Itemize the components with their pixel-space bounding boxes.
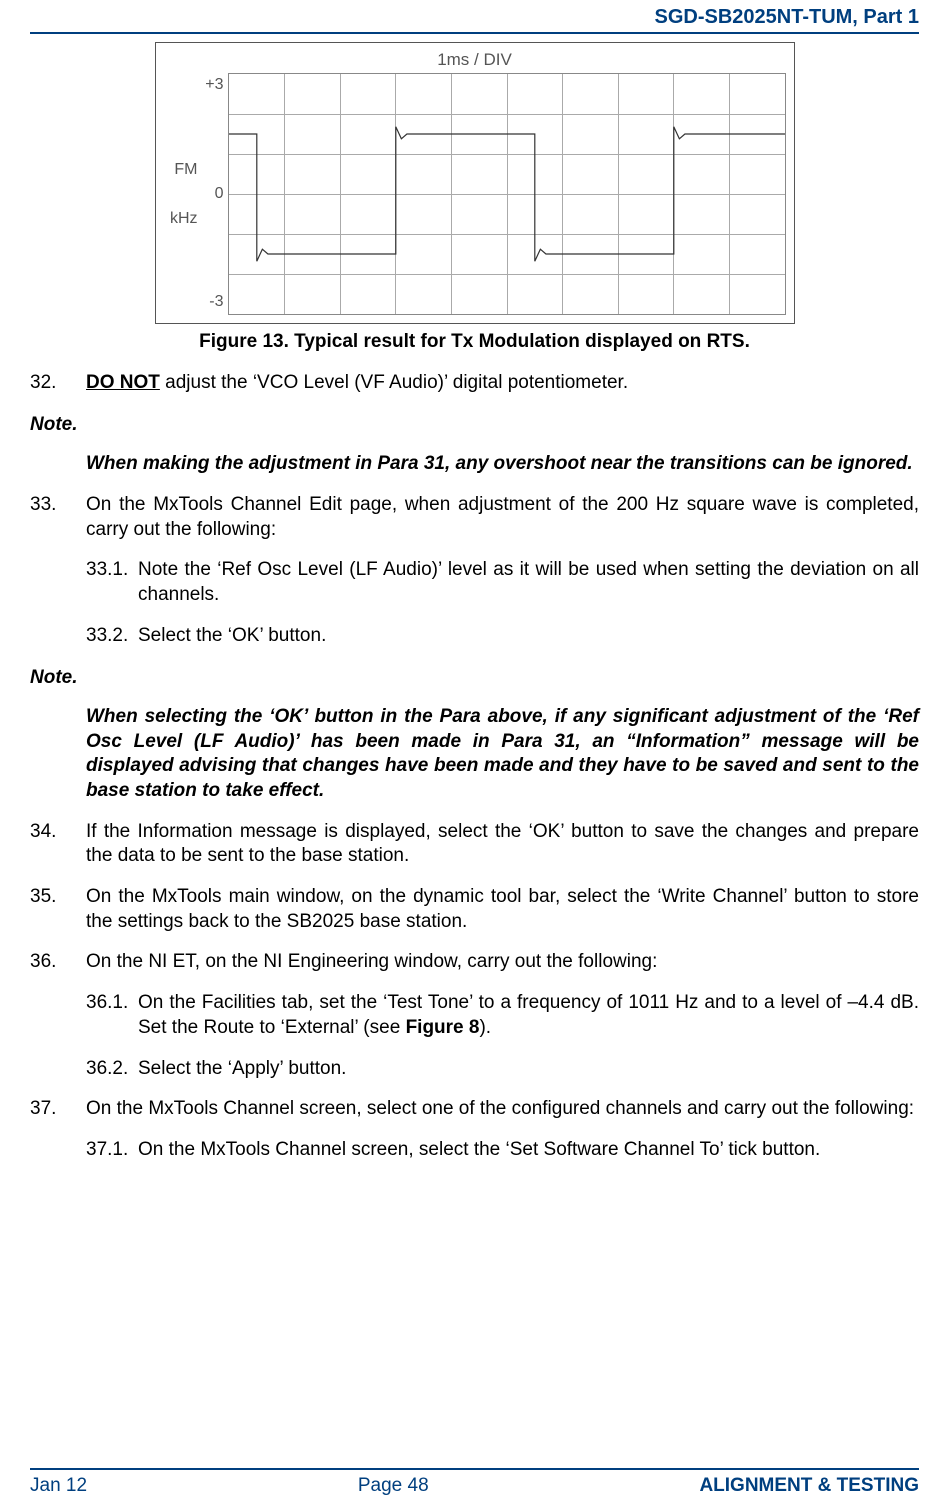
footer-section: ALIGNMENT & TESTING [699,1474,919,1499]
para-33-1: 33.1. Note the ‘Ref Osc Level (LF Audio)… [86,558,919,607]
figure-13: 1ms / DIV FM kHz +3 0 -3 [30,42,919,355]
header-rule [30,32,919,34]
scope-y-label-fm: FM [174,160,197,179]
para-36-1: 36.1. On the Facilities tab, set the ‘Te… [86,991,919,1040]
subpara-text-c: ). [479,1017,491,1038]
scope-grid [228,73,786,315]
scope-y-tick-plus3: +3 [205,75,223,96]
header-doc-id: SGD-SB2025NT-TUM, Part 1 [30,4,919,32]
scope-trace [229,74,785,314]
subpara-num: 36.1. [86,991,138,1040]
note-body: When making the adjustment in Para 31, a… [86,452,919,477]
para-33: 33. On the MxTools Channel Edit page, wh… [30,493,919,542]
scope-display: 1ms / DIV FM kHz +3 0 -3 [155,42,795,324]
note-heading: Note. [30,666,919,691]
para-36: 36. On the NI ET, on the NI Engineering … [30,950,919,975]
subpara-body: Note the ‘Ref Osc Level (LF Audio)’ leve… [138,558,919,607]
para-num: 33. [30,493,86,542]
para-37-1: 37.1. On the MxTools Channel screen, sel… [86,1138,919,1163]
subpara-num: 37.1. [86,1138,138,1163]
subpara-body: Select the ‘OK’ button. [138,624,919,649]
note-body: When selecting the ‘OK’ button in the Pa… [86,705,919,804]
para-num: 36. [30,950,86,975]
para-text: adjust the ‘VCO Level (VF Audio)’ digita… [160,372,628,393]
para-body: On the MxTools Channel screen, select on… [86,1097,919,1122]
subpara-num: 36.2. [86,1057,138,1082]
para-num: 37. [30,1097,86,1122]
scope-y-tick-minus3: -3 [209,292,223,313]
subpara-body: On the Facilities tab, set the ‘Test Ton… [138,991,919,1040]
subpara-num: 33.2. [86,624,138,649]
scope-y-axis-label: FM kHz [164,73,202,315]
footer-rule [30,1468,919,1470]
para-34: 34. If the Information message is displa… [30,820,919,869]
document-page: SGD-SB2025NT-TUM, Part 1 1ms / DIV FM kH… [0,0,949,1511]
subpara-body: Select the ‘Apply’ button. [138,1057,919,1082]
do-not-text: DO NOT [86,372,160,393]
scope-y-tick-zero: 0 [215,184,224,205]
body-content: 32. DO NOT adjust the ‘VCO Level (VF Aud… [30,371,919,1163]
footer-date: Jan 12 [30,1474,87,1499]
para-32: 32. DO NOT adjust the ‘VCO Level (VF Aud… [30,371,919,396]
para-body: If the Information message is displayed,… [86,820,919,869]
para-num: 34. [30,820,86,869]
figure-ref: Figure 8 [406,1017,480,1038]
subpara-num: 33.1. [86,558,138,607]
para-37: 37. On the MxTools Channel screen, selec… [30,1097,919,1122]
scope-y-ticks: +3 0 -3 [202,73,228,315]
note-heading: Note. [30,413,919,438]
para-body: On the MxTools Channel Edit page, when a… [86,493,919,542]
para-body: On the MxTools main window, on the dynam… [86,885,919,934]
para-35: 35. On the MxTools main window, on the d… [30,885,919,934]
para-36-2: 36.2. Select the ‘Apply’ button. [86,1057,919,1082]
scope-y-label-khz: kHz [170,209,198,228]
subpara-text-a: On the Facilities tab, set the ‘Test Ton… [138,992,919,1038]
figure-caption: Figure 13. Typical result for Tx Modulat… [30,330,919,355]
para-body: On the NI ET, on the NI Engineering wind… [86,950,919,975]
scope-timebase-label: 1ms / DIV [164,49,786,71]
para-num: 32. [30,371,86,396]
subpara-body: On the MxTools Channel screen, select th… [138,1138,919,1163]
footer-page: Page 48 [358,1474,429,1499]
para-num: 35. [30,885,86,934]
page-footer: Jan 12 Page 48 ALIGNMENT & TESTING [30,1468,919,1499]
para-33-2: 33.2. Select the ‘OK’ button. [86,624,919,649]
para-body: DO NOT adjust the ‘VCO Level (VF Audio)’… [86,371,919,396]
